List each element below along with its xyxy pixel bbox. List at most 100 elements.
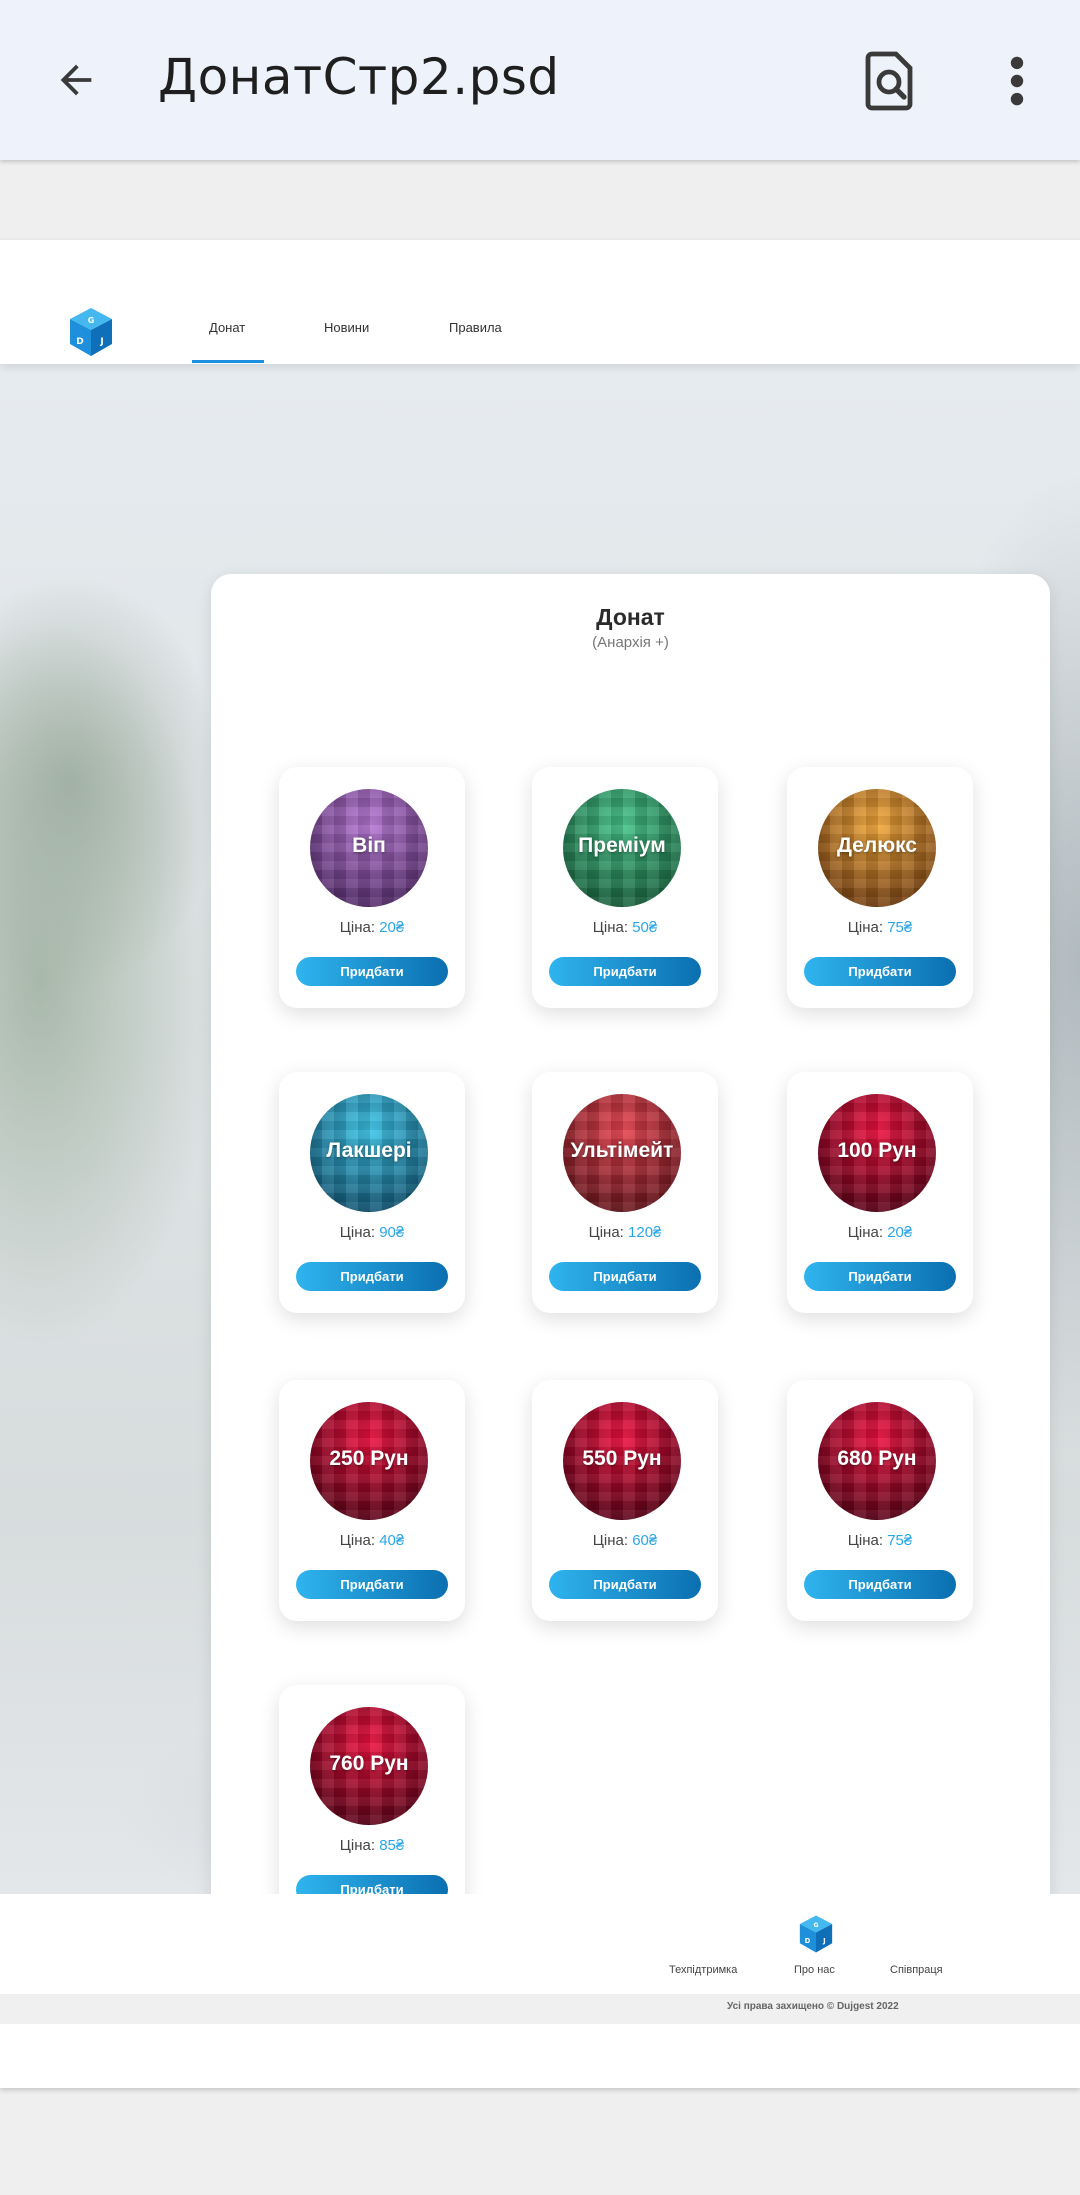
copyright-text: Усі права захищено © Dujgest 2022 (727, 2001, 899, 2012)
find-in-page-button[interactable] (862, 50, 918, 112)
product-card: Делюкс Ціна: 75₴ Придбати (787, 767, 973, 1008)
product-price: Ціна: 40₴ (279, 1532, 465, 1549)
product-price: Ціна: 85₴ (279, 1837, 465, 1854)
footer-logo-cube-icon: G D J (799, 1915, 833, 1953)
product-price: Ціна: 50₴ (532, 919, 718, 936)
buy-button[interactable]: Придбати (549, 1570, 701, 1599)
price-label: Ціна: (847, 919, 884, 936)
price-value: 40₴ (379, 1532, 405, 1549)
nav-rules[interactable]: Правила (449, 320, 502, 335)
price-label: Ціна: (588, 1224, 624, 1241)
product-name: Ультімейт (570, 1139, 674, 1162)
document-page: G D J Донат Новини Правила Донат (Анархі… (0, 240, 1080, 2088)
buy-button[interactable]: Придбати (804, 1262, 956, 1291)
product-price: Ціна: 120₴ (532, 1224, 718, 1241)
price-value: 75₴ (887, 1532, 913, 1549)
footer-link-about[interactable]: Про нас (794, 1964, 835, 1976)
product-badge: 550 Рун (563, 1402, 681, 1520)
product-name: 760 Рун (329, 1752, 409, 1775)
buy-button[interactable]: Придбати (296, 1570, 448, 1599)
product-card: 760 Рун Ціна: 85₴ Придбати (279, 1685, 465, 1894)
buy-button[interactable]: Придбати (296, 957, 448, 986)
footer-link-support[interactable]: Техпідтримка (669, 1964, 737, 1976)
footer-link-partnership[interactable]: Співпраця (890, 1964, 943, 1976)
product-name: Лакшері (326, 1139, 412, 1162)
product-badge: Делюкс (818, 789, 936, 907)
price-label: Ціна: (592, 1532, 629, 1549)
svg-text:D: D (805, 1937, 811, 1945)
product-badge: 680 Рун (818, 1402, 936, 1520)
product-name: 680 Рун (837, 1447, 917, 1470)
copyright-bar: Усі права захищено © Dujgest 2022 (0, 1994, 1080, 2024)
blurred-background: Донат (Анархія +) Віп Ціна: 20₴ Придбати Пр… (0, 364, 1080, 1894)
product-badge: Ультімейт (563, 1094, 681, 1212)
price-label: Ціна: (339, 1837, 376, 1854)
product-card: 250 Рун Ціна: 40₴ Придбати (279, 1380, 465, 1621)
product-badge: 250 Рун (310, 1402, 428, 1520)
file-title: ДонатСтр2.psd (158, 48, 560, 106)
buy-button[interactable]: Придбати (296, 1875, 448, 1894)
buy-button[interactable]: Придбати (804, 1570, 956, 1599)
price-label: Ціна: (847, 1532, 884, 1549)
price-value: 20₴ (887, 1224, 913, 1241)
product-badge: 760 Рун (310, 1707, 428, 1825)
product-price: Ціна: 75₴ (787, 919, 973, 936)
product-badge: 100 Рун (818, 1094, 936, 1212)
site-header: G D J Донат Новини Правила (0, 240, 1080, 364)
price-value: 20₴ (379, 919, 405, 936)
site-footer: G D J Техпідтримка Про нас Співпраця Усі… (0, 1894, 1080, 2024)
nav-donat[interactable]: Донат (209, 320, 245, 335)
viewer-app-bar: ДонатСтр2.psd (0, 0, 1080, 160)
nav-news[interactable]: Новини (324, 320, 369, 335)
product-name: 550 Рун (582, 1447, 662, 1470)
product-badge: Лакшері (310, 1094, 428, 1212)
product-card: 680 Рун Ціна: 75₴ Придбати (787, 1380, 973, 1621)
price-label: Ціна: (339, 1532, 376, 1549)
svg-text:G: G (88, 316, 95, 325)
buy-button[interactable]: Придбати (549, 957, 701, 986)
nav-active-indicator (192, 360, 264, 363)
more-vert-icon (1010, 56, 1024, 106)
product-card: Лакшері Ціна: 90₴ Придбати (279, 1072, 465, 1313)
back-button[interactable] (46, 50, 106, 110)
product-card: Преміум Ціна: 50₴ Придбати (532, 767, 718, 1008)
arrow-back-icon (60, 64, 92, 96)
price-label: Ціна: (339, 919, 376, 936)
product-badge: Преміум (563, 789, 681, 907)
product-name: Преміум (578, 834, 666, 857)
svg-text:G: G (813, 1922, 818, 1929)
product-price: Ціна: 60₴ (532, 1532, 718, 1549)
price-label: Ціна: (847, 1224, 884, 1241)
price-value: 50₴ (632, 919, 658, 936)
product-card: 100 Рун Ціна: 20₴ Придбати (787, 1072, 973, 1313)
buy-button[interactable]: Придбати (804, 957, 956, 986)
price-value: 60₴ (632, 1532, 658, 1549)
price-label: Ціна: (339, 1224, 376, 1241)
more-options-button[interactable] (1000, 50, 1034, 112)
product-price: Ціна: 20₴ (787, 1224, 973, 1241)
svg-text:D: D (76, 337, 83, 347)
product-name: Віп (352, 834, 386, 857)
donate-panel: Донат (Анархія +) Віп Ціна: 20₴ Придбати Пр… (211, 574, 1050, 1894)
product-name: Делюкс (836, 834, 918, 857)
price-label: Ціна: (592, 919, 629, 936)
find-in-page-icon (865, 51, 913, 111)
product-price: Ціна: 75₴ (787, 1532, 973, 1549)
product-badge: Віп (310, 789, 428, 907)
price-value: 75₴ (887, 919, 913, 936)
product-card: Віп Ціна: 20₴ Придбати (279, 767, 465, 1008)
product-card: 550 Рун Ціна: 60₴ Придбати (532, 1380, 718, 1621)
product-name: 250 Рун (329, 1447, 409, 1470)
panel-subtitle: (Анархія +) (592, 634, 669, 651)
svg-text:J: J (99, 337, 103, 347)
product-price: Ціна: 90₴ (279, 1224, 465, 1241)
logo-cube-icon: G D J (70, 308, 112, 356)
price-value: 85₴ (379, 1837, 405, 1854)
buy-button[interactable]: Придбати (549, 1262, 701, 1291)
buy-button[interactable]: Придбати (296, 1262, 448, 1291)
price-value: 90₴ (379, 1224, 405, 1241)
svg-text:J: J (822, 1937, 826, 1945)
panel-title: Донат (596, 604, 665, 630)
product-card: Ультімейт Ціна: 120₴ Придбати (532, 1072, 718, 1313)
product-name: 100 Рун (837, 1139, 917, 1162)
